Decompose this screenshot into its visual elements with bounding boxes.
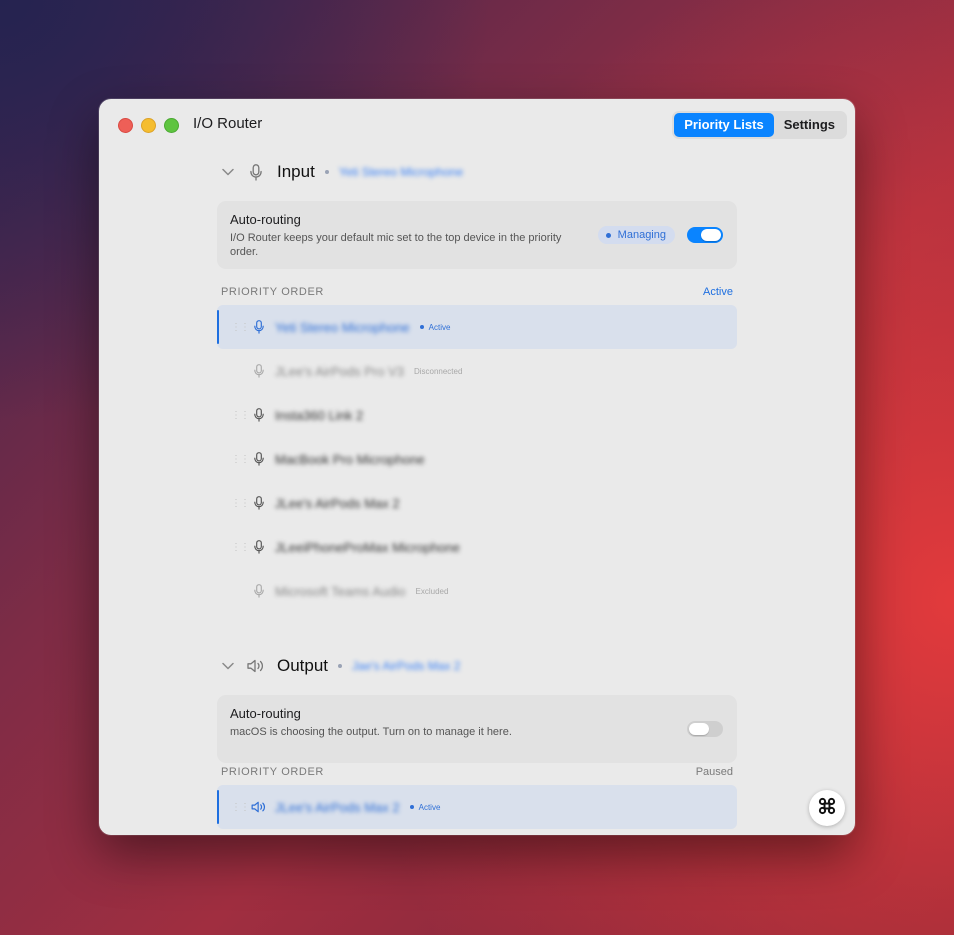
output-priority-order-label: PRIORITY ORDER — [221, 766, 324, 778]
status-dot — [409, 805, 414, 809]
input-auto-routing-card: Auto-routing I/O Router keeps your defau… — [217, 201, 737, 269]
chevron-down-icon[interactable] — [219, 163, 237, 181]
input-auto-routing-title: Auto-routing — [230, 212, 301, 227]
command-icon — [818, 797, 836, 820]
speaker-icon — [247, 657, 265, 675]
drag-handle-icon[interactable]: ⋮⋮ — [231, 802, 250, 813]
command-menu-button[interactable] — [809, 790, 845, 826]
managing-status-badge: Managing — [597, 226, 675, 244]
input-device-row[interactable]: Microsoft Teams Audio Excluded — [217, 569, 737, 613]
zoom-window-button[interactable] — [164, 118, 179, 133]
window-title: I/O Router — [193, 115, 263, 132]
output-priority-header: PRIORITY ORDER Paused — [221, 766, 733, 780]
toggle-knob — [689, 723, 709, 735]
output-auto-routing-description: macOS is choosing the output. Turn on to… — [230, 726, 512, 738]
microphone-icon — [251, 539, 267, 555]
input-current-device: Yeti Stereo Microphone — [338, 165, 464, 179]
microphone-icon — [251, 451, 267, 467]
microphone-icon — [251, 363, 267, 379]
output-auto-routing-title: Auto-routing — [230, 706, 301, 721]
drag-handle-icon[interactable]: ⋮⋮ — [231, 498, 250, 509]
device-status: Excluded — [415, 586, 449, 596]
device-status-label: Active — [428, 322, 451, 332]
speaker-icon — [251, 799, 267, 815]
microphone-icon — [247, 163, 265, 181]
device-status-label: Active — [418, 802, 441, 812]
device-name: JLee's AirPods Pro V3 — [275, 363, 404, 379]
minimize-window-button[interactable] — [141, 118, 156, 133]
device-name: Yeti Stereo Microphone — [275, 319, 410, 335]
app-window: I/O Router Priority Lists Settings Input… — [99, 99, 855, 835]
device-name: Microsoft Teams Audio — [275, 583, 406, 599]
toggle-knob — [701, 229, 721, 241]
input-priority-state: Active — [703, 286, 733, 298]
microphone-icon — [251, 319, 267, 335]
device-status: Disconnected — [413, 366, 463, 376]
status-dot — [605, 232, 611, 238]
input-device-row[interactable]: ⋮⋮ Yeti Stereo Microphone Active — [217, 305, 737, 349]
input-section-title: Input — [277, 162, 315, 181]
device-status: Active — [409, 802, 441, 812]
output-section-title: Output — [277, 656, 329, 675]
device-name: JLee's AirPods Max 2 — [275, 495, 400, 511]
drag-handle-icon[interactable]: ⋮⋮ — [231, 542, 250, 553]
drag-handle-icon[interactable]: ⋮⋮ — [231, 322, 250, 333]
managing-status-label: Managing — [617, 229, 666, 241]
microphone-icon — [251, 407, 267, 423]
close-window-button[interactable] — [118, 118, 133, 133]
device-name: Insta360 Link 2 — [275, 407, 364, 423]
status-dot — [419, 325, 424, 329]
device-name: MacBook Pro Microphone — [275, 451, 425, 467]
input-device-row[interactable]: ⋮⋮ JLee's AirPods Max 2 — [217, 481, 737, 525]
tab-settings[interactable]: Settings — [774, 113, 845, 137]
drag-handle-icon[interactable]: ⋮⋮ — [231, 410, 250, 421]
view-segmented-control: Priority Lists Settings — [672, 111, 847, 139]
output-auto-routing-card: Auto-routing macOS is choosing the outpu… — [217, 695, 737, 763]
output-current-device: Jae's AirPods Max 2 — [352, 659, 461, 673]
input-device-row[interactable]: ⋮⋮ MacBook Pro Microphone — [217, 437, 737, 481]
input-auto-routing-toggle[interactable] — [687, 227, 723, 243]
input-section-header[interactable]: Input Yeti Stereo Microphone — [219, 158, 739, 186]
device-name: JLeeiPhoneProMax Microphone — [275, 539, 460, 555]
input-device-row[interactable]: JLee's AirPods Pro V3 Disconnected — [217, 349, 737, 393]
drag-handle-icon[interactable]: ⋮⋮ — [231, 454, 250, 465]
output-section-header[interactable]: Output Jae's AirPods Max 2 — [219, 652, 739, 680]
output-device-row[interactable]: ⋮⋮ JLee's AirPods Max 2 Active — [217, 785, 737, 829]
separator-dot — [338, 664, 343, 668]
device-name: JLee's AirPods Max 2 — [275, 799, 400, 815]
output-priority-state: Paused — [695, 766, 733, 778]
microphone-icon — [251, 583, 267, 599]
microphone-icon — [251, 495, 267, 511]
separator-dot — [324, 170, 329, 174]
input-device-row[interactable]: ⋮⋮ Insta360 Link 2 — [217, 393, 737, 437]
tab-priority-lists[interactable]: Priority Lists — [674, 113, 774, 137]
chevron-down-icon[interactable] — [219, 657, 237, 675]
input-auto-routing-description: I/O Router keeps your default mic set to… — [230, 232, 562, 258]
device-status: Active — [419, 322, 451, 332]
output-auto-routing-toggle[interactable] — [687, 721, 723, 737]
input-priority-order-label: PRIORITY ORDER — [221, 286, 324, 298]
input-priority-header: PRIORITY ORDER Active — [221, 286, 733, 300]
input-device-row[interactable]: ⋮⋮ JLeeiPhoneProMax Microphone — [217, 525, 737, 569]
title-bar: I/O Router Priority Lists Settings — [99, 99, 855, 151]
